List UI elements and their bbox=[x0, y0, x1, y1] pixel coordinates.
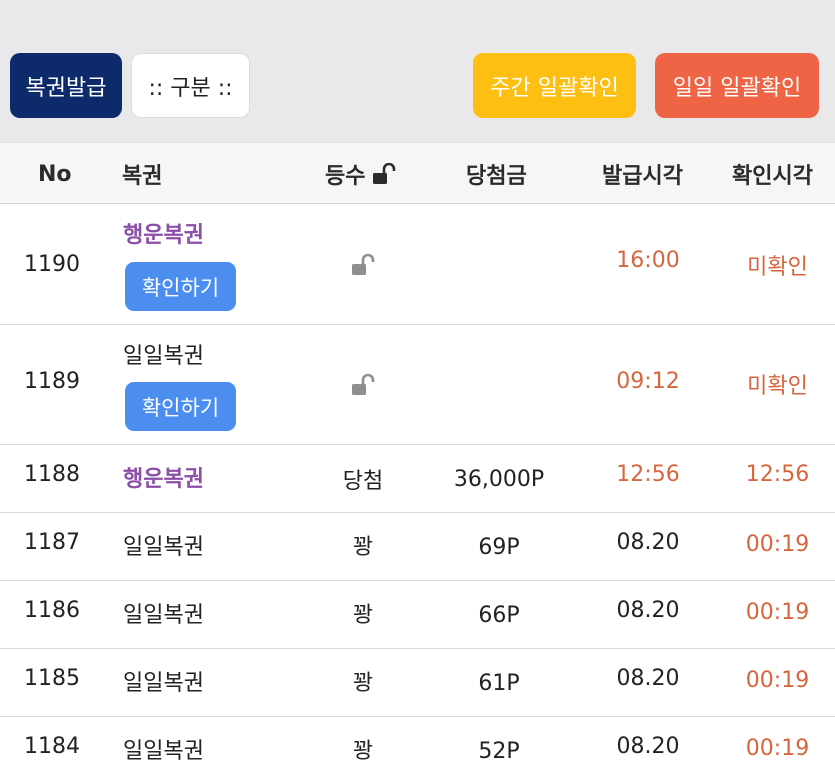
row-prize: 69P bbox=[478, 534, 520, 560]
row-checked-time: 12:56 bbox=[745, 461, 810, 487]
row-ticket-name: 일일복권 bbox=[123, 671, 204, 696]
row-ticket-name: 행운복권 bbox=[123, 467, 204, 492]
row-prize: 66P bbox=[478, 602, 520, 628]
table-row: 1190 행운복권 확인하기 16:00 미확인 bbox=[0, 204, 835, 325]
row-checked-time: 00:19 bbox=[745, 735, 810, 761]
header-issued: 발급시각 bbox=[602, 164, 683, 189]
confirm-button[interactable]: 확인하기 bbox=[125, 382, 236, 431]
row-rank[interactable] bbox=[318, 204, 408, 325]
row-checked-time: 00:19 bbox=[745, 667, 810, 693]
row-checked-time: 00:19 bbox=[745, 599, 810, 625]
header-prize: 당첨금 bbox=[466, 164, 527, 189]
row-issued-date: 08.20 bbox=[616, 665, 680, 691]
header-rank[interactable]: 등수 bbox=[325, 143, 397, 205]
row-issued-date: 08.20 bbox=[616, 597, 680, 623]
confirm-button[interactable]: 확인하기 bbox=[125, 262, 236, 311]
row-ticket-name: 일일복권 bbox=[123, 535, 204, 560]
header-checked: 확인시각 bbox=[732, 164, 813, 189]
row-checked-time: 00:19 bbox=[745, 531, 810, 557]
row-no: 1185 bbox=[24, 665, 80, 691]
row-rank: 꽝 bbox=[352, 603, 374, 628]
unlock-icon bbox=[350, 253, 376, 276]
row-ticket-name: 일일복권 bbox=[123, 603, 204, 628]
table-row: 1187 일일복권 꽝 69P 08.20 00:19 bbox=[0, 513, 835, 581]
header-ticket: 복권 bbox=[122, 164, 163, 189]
row-rank[interactable] bbox=[318, 325, 408, 445]
table-row: 1186 일일복권 꽝 66P 08.20 00:19 bbox=[0, 581, 835, 649]
row-rank: 당첨 bbox=[342, 469, 384, 494]
unlock-icon bbox=[371, 163, 397, 185]
row-ticket-name: 행운복권 bbox=[123, 223, 204, 248]
row-no: 1186 bbox=[24, 597, 80, 623]
row-issued-date: 08.20 bbox=[616, 733, 680, 759]
row-prize: 36,000P bbox=[453, 466, 545, 492]
row-rank: 꽝 bbox=[352, 671, 374, 696]
issue-ticket-button[interactable]: 복권발급 bbox=[10, 53, 122, 118]
header-no: No bbox=[38, 161, 72, 187]
row-checked-status: 미확인 bbox=[747, 374, 808, 399]
row-issued-time: 16:00 bbox=[616, 247, 680, 273]
table-row: 1189 일일복권 확인하기 09:12 미확인 bbox=[0, 325, 835, 445]
toolbar: 복권발급 :: 구분 :: 주간 일괄확인 일일 일괄확인 bbox=[0, 0, 835, 142]
row-no: 1184 bbox=[24, 733, 80, 759]
weekly-bulk-confirm-button[interactable]: 주간 일괄확인 bbox=[473, 53, 636, 118]
table-row: 1185 일일복권 꽝 61P 08.20 00:19 bbox=[0, 649, 835, 717]
row-no: 1188 bbox=[24, 461, 80, 487]
table-row: 1188 행운복권 당첨 36,000P 12:56 12:56 bbox=[0, 445, 835, 513]
row-rank: 꽝 bbox=[352, 535, 374, 560]
row-ticket-name: 일일복권 bbox=[123, 344, 204, 369]
row-no: 1190 bbox=[24, 252, 80, 277]
row-prize: 61P bbox=[478, 670, 520, 696]
row-rank: 꽝 bbox=[352, 739, 374, 764]
row-checked-status: 미확인 bbox=[747, 254, 808, 280]
header-rank-label: 등수 bbox=[325, 164, 366, 189]
row-ticket-name: 일일복권 bbox=[123, 739, 204, 764]
unlock-icon bbox=[350, 374, 376, 396]
table-header: No 복권 등수 당첨금 발급시각 확인시각 bbox=[0, 142, 835, 204]
table-row: 1184 일일복권 꽝 52P 08.20 00:19 bbox=[0, 717, 835, 768]
category-filter-select[interactable]: :: 구분 :: bbox=[131, 53, 250, 118]
row-prize: 52P bbox=[478, 738, 520, 764]
row-no: 1187 bbox=[24, 529, 80, 555]
daily-bulk-confirm-button[interactable]: 일일 일괄확인 bbox=[655, 53, 819, 118]
row-issued-time: 12:56 bbox=[616, 461, 680, 487]
row-no: 1189 bbox=[24, 368, 80, 394]
row-issued-time: 09:12 bbox=[616, 368, 680, 394]
row-issued-date: 08.20 bbox=[616, 529, 680, 555]
